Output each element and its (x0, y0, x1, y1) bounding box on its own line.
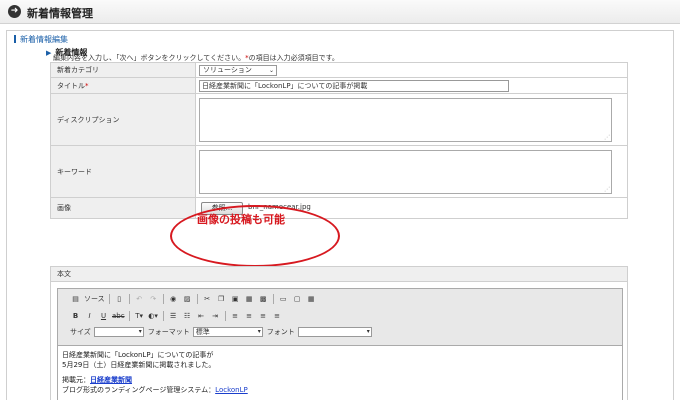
image-label: 画像 (50, 197, 196, 219)
system-prefix: ブログ形式のランディングページ管理システム： (62, 386, 216, 394)
category-field: ソリューション ⌄ (195, 62, 628, 78)
description-textarea[interactable]: ⋰ (199, 98, 612, 142)
title-required-mark: * (85, 81, 89, 90)
format-label: フォーマット (147, 328, 190, 336)
content-line-2: 5月29日（土）日経産業新聞に掲載されました。 (62, 361, 216, 369)
body-section: 本文 ▤ ソース ▯ ↶ ↷ ◉ ▨ ✂ ❐ ▣ ▦ ▩ ▭ ▢ ▦ B I U… (50, 266, 628, 400)
paste-word-icon[interactable]: ▩ (258, 294, 269, 305)
maximize-icon[interactable]: ▭ (278, 294, 289, 305)
toolbar-separator (224, 311, 226, 321)
chevron-down-icon: ▾ (257, 328, 261, 335)
align-center-icon[interactable]: ≡ (244, 311, 255, 322)
category-row: 新着カテゴリ ソリューション ⌄ (50, 62, 628, 78)
strikethrough-icon[interactable]: abc (112, 311, 125, 322)
chevron-down-icon: ▾ (138, 328, 142, 335)
cut-icon[interactable]: ✂ (202, 294, 213, 305)
description-field: ⋰ (195, 93, 628, 146)
indent-icon[interactable]: ⇥ (210, 311, 221, 322)
link-icon[interactable]: ◉ (168, 294, 179, 305)
category-label: 新着カテゴリ (50, 62, 196, 78)
bulleted-list-icon[interactable]: ☷ (182, 311, 193, 322)
toolbar-separator (162, 311, 164, 321)
format-select-value: 標準 (195, 328, 210, 336)
category-select-value: ソリューション (203, 65, 252, 74)
numbered-list-icon[interactable]: ☰ (168, 311, 179, 322)
editor-toolbar: ▤ ソース ▯ ↶ ↷ ◉ ▨ ✂ ❐ ▣ ▦ ▩ ▭ ▢ ▦ B I U ab… (58, 289, 622, 346)
toolbar-row-2: B I U abc T▾ ◐▾ ☰ ☷ ⇤ ⇥ ≡ ≡ ≡ ≡ (70, 310, 286, 322)
panel-title: 新着情報編集 (14, 34, 68, 45)
toolbar-separator (128, 294, 130, 304)
arrow-right-circle-icon: ➜ (8, 5, 21, 18)
description-row: ディスクリプション ⋰ (50, 93, 628, 146)
keyword-field: ⋰ (195, 145, 628, 198)
table-icon[interactable]: ▦ (306, 294, 317, 305)
align-justify-icon[interactable]: ≡ (272, 311, 283, 322)
content-system-line: ブログ形式のランディングページ管理システム：LockonLP (62, 385, 248, 395)
rich-text-editor: ▤ ソース ▯ ↶ ↷ ◉ ▨ ✂ ❐ ▣ ▦ ▩ ▭ ▢ ▦ B I U ab… (57, 288, 623, 400)
source-icon[interactable]: ▤ (70, 294, 81, 305)
align-left-icon[interactable]: ≡ (230, 311, 241, 322)
section-title-text: 新着情報 (55, 48, 88, 57)
page-header: ➜ 新着情報管理 (0, 0, 680, 24)
paste-text-icon[interactable]: ▦ (244, 294, 255, 305)
title-label-text: タイトル (57, 81, 85, 90)
instructions-post: の項目は入力必須項目です。 (248, 54, 339, 62)
triangle-right-icon: ▶ (46, 49, 52, 57)
system-link[interactable]: LockonLP (215, 386, 248, 394)
redo-icon[interactable]: ↷ (148, 294, 159, 305)
keyword-row: キーワード ⋰ (50, 145, 628, 198)
source-button[interactable]: ソース (84, 294, 105, 304)
toolbar-row-1: ▤ ソース ▯ ↶ ↷ ◉ ▨ ✂ ❐ ▣ ▦ ▩ ▭ ▢ ▦ (70, 293, 320, 305)
toolbar-separator (108, 294, 110, 304)
text-color-icon[interactable]: T▾ (134, 311, 145, 322)
title-row: タイトル* 日経産業新聞に「LockonLP」についての記事が掲載 (50, 77, 628, 94)
size-select[interactable]: ▾ (93, 327, 144, 337)
news-form-table: 新着カテゴリ ソリューション ⌄ タイトル* 日経産業新聞に「LockonLP」に… (50, 62, 628, 219)
section-title: ▶ 新着情報 (46, 47, 87, 58)
body-label: 本文 (51, 267, 627, 282)
toolbar-row-3: サイズ ▾ フォーマット 標準 ▾ フォント ▾ (70, 326, 376, 338)
keyword-textarea[interactable]: ⋰ (199, 150, 612, 194)
title-label: タイトル* (50, 77, 196, 94)
source-prefix: 掲載元： (62, 376, 90, 384)
keyword-label: キーワード (50, 145, 196, 198)
category-select[interactable]: ソリューション ⌄ (199, 64, 277, 76)
underline-icon[interactable]: U (98, 311, 109, 322)
toolbar-separator (128, 311, 130, 321)
font-select[interactable]: ▾ (297, 327, 372, 337)
description-label: ディスクリプション (50, 93, 196, 146)
show-blocks-icon[interactable]: ▢ (292, 294, 303, 305)
editor-content[interactable]: 日経産業新聞に「LockonLP」についての記事が 5月29日（土）日経産業新聞… (62, 350, 248, 395)
copy-icon[interactable]: ❐ (216, 294, 227, 305)
font-label: フォント (266, 328, 295, 336)
chevron-down-icon: ⌄ (268, 66, 274, 74)
new-page-icon[interactable]: ▯ (114, 294, 125, 305)
content-source-line: 掲載元：日経産業新聞 (62, 375, 248, 385)
title-input[interactable]: 日経産業新聞に「LockonLP」についての記事が掲載 (199, 79, 509, 92)
toolbar-separator (196, 294, 198, 304)
toolbar-separator (272, 294, 274, 304)
callout-text: 画像の投稿も可能 (197, 213, 285, 226)
resize-grip-icon[interactable]: ⋰ (604, 186, 610, 193)
align-right-icon[interactable]: ≡ (258, 311, 269, 322)
title-field: 日経産業新聞に「LockonLP」についての記事が掲載 (195, 77, 628, 94)
undo-icon[interactable]: ↶ (134, 294, 145, 305)
paste-icon[interactable]: ▣ (230, 294, 241, 305)
background-color-icon[interactable]: ◐▾ (148, 311, 159, 322)
image-icon[interactable]: ▨ (182, 294, 193, 305)
resize-grip-icon[interactable]: ⋰ (604, 134, 610, 141)
source-link[interactable]: 日経産業新聞 (90, 376, 132, 384)
chevron-down-icon: ▾ (366, 328, 370, 335)
toolbar-separator (162, 294, 164, 304)
page-title: 新着情報管理 (27, 7, 93, 20)
outdent-icon[interactable]: ⇤ (196, 311, 207, 322)
image-row: 画像 参照... bnr_namecear.jpg (50, 197, 628, 219)
content-line-1: 日経産業新聞に「LockonLP」についての記事が (62, 351, 214, 359)
size-label: サイズ (70, 328, 91, 336)
panel-title-text: 新着情報編集 (20, 35, 68, 44)
bold-icon[interactable]: B (70, 311, 81, 322)
italic-icon[interactable]: I (84, 311, 95, 322)
bar-icon (14, 35, 16, 43)
format-select[interactable]: 標準 ▾ (192, 327, 263, 337)
